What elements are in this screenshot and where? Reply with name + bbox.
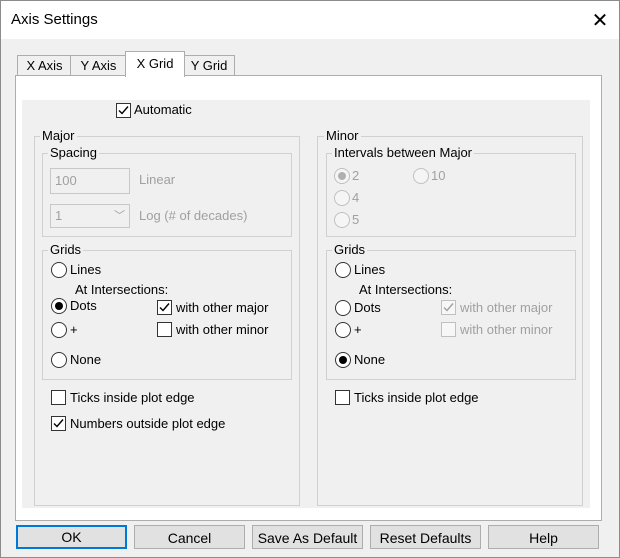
minor-with-other-minor-checkbox[interactable]	[441, 322, 456, 337]
interval-4-radio[interactable]	[334, 190, 350, 206]
minor-with-other-major-label: with other major	[460, 300, 553, 315]
log-decades-select[interactable]: 1 ﹀	[50, 204, 130, 228]
interval-2-radio[interactable]	[334, 168, 350, 184]
tab-y-grid[interactable]: Y Grid	[183, 55, 235, 76]
minor-with-other-major-checkbox[interactable]	[441, 300, 456, 315]
checkmark-icon	[118, 106, 129, 115]
minor-dots-radio[interactable]	[335, 300, 351, 316]
major-with-other-major-checkbox[interactable]	[157, 300, 172, 315]
minor-dots-label: Dots	[354, 300, 381, 315]
interval-5-label: 5	[352, 212, 360, 227]
log-label: Log (# of decades)	[139, 208, 248, 223]
intervals-group-title: Intervals between Major	[332, 145, 475, 161]
minor-grids-title: Grids	[332, 242, 368, 258]
tab-x-axis-label: X Axis	[26, 58, 63, 73]
major-ticks-inside-label: Ticks inside plot edge	[70, 390, 195, 405]
minor-lines-radio[interactable]	[335, 262, 351, 278]
tab-x-grid-label: X Grid	[136, 56, 174, 71]
minor-plus-radio[interactable]	[335, 322, 351, 338]
minor-at-intersections-label: At Intersections:	[359, 282, 453, 297]
radio-selected-dot	[55, 302, 63, 310]
spacing-group-title: Spacing	[48, 145, 99, 161]
minor-ticks-inside-checkbox[interactable]	[335, 390, 350, 405]
major-with-other-major-label: with other major	[176, 300, 269, 315]
checkmark-icon	[443, 303, 454, 312]
interval-5-radio[interactable]	[334, 212, 350, 228]
major-group-title: Major	[40, 128, 77, 144]
tab-y-axis[interactable]: Y Axis	[70, 55, 127, 76]
major-with-other-minor-checkbox[interactable]	[157, 322, 172, 337]
linear-spacing-input[interactable]: 100	[50, 168, 130, 194]
linear-label: Linear	[139, 172, 176, 187]
close-icon[interactable]: ✕	[585, 5, 615, 35]
intervals-group	[326, 153, 576, 237]
automatic-checkbox[interactable]	[116, 103, 131, 118]
numbers-outside-checkbox[interactable]	[51, 416, 66, 431]
minor-group-title: Minor	[324, 128, 361, 144]
reset-defaults-button[interactable]: Reset Defaults	[370, 525, 481, 549]
numbers-outside-label: Numbers outside plot edge	[70, 416, 226, 431]
major-plus-radio[interactable]	[51, 322, 67, 338]
minor-none-radio[interactable]	[335, 352, 351, 368]
major-with-other-minor-label: with other minor	[176, 322, 269, 337]
interval-4-label: 4	[352, 190, 360, 205]
cancel-button[interactable]: Cancel	[134, 525, 245, 549]
tab-y-axis-label: Y Axis	[80, 58, 117, 73]
dialog-title: Axis Settings	[11, 11, 98, 28]
save-as-default-button[interactable]: Save As Default	[252, 525, 363, 549]
tab-x-grid[interactable]: X Grid	[125, 51, 185, 77]
help-button[interactable]: Help	[488, 525, 599, 549]
interval-10-label: 10	[431, 168, 446, 183]
title-bar: Axis Settings ✕	[1, 1, 619, 39]
radio-selected-dot	[338, 172, 346, 180]
chevron-down-icon: ﹀	[114, 210, 125, 222]
major-grids-title: Grids	[48, 242, 84, 258]
major-ticks-inside-checkbox[interactable]	[51, 390, 66, 405]
major-dots-radio[interactable]	[51, 298, 67, 314]
checkmark-icon	[53, 419, 64, 428]
minor-none-label: None	[354, 352, 386, 367]
major-dots-label: Dots	[70, 298, 97, 313]
major-none-label: None	[70, 352, 102, 367]
automatic-label: Automatic	[134, 102, 192, 117]
log-decades-value: 1	[55, 208, 63, 223]
tab-y-grid-label: Y Grid	[190, 58, 228, 73]
major-lines-radio[interactable]	[51, 262, 67, 278]
radio-selected-dot	[339, 356, 347, 364]
ok-button[interactable]: OK	[16, 525, 127, 549]
major-none-radio[interactable]	[51, 352, 67, 368]
major-plus-label: +	[70, 322, 78, 337]
major-lines-label: Lines	[70, 262, 102, 277]
interval-10-radio[interactable]	[413, 168, 429, 184]
minor-lines-label: Lines	[354, 262, 386, 277]
tab-x-axis[interactable]: X Axis	[17, 55, 72, 76]
checkmark-icon	[159, 303, 170, 312]
minor-plus-label: +	[354, 322, 362, 337]
major-at-intersections-label: At Intersections:	[75, 282, 169, 297]
interval-2-label: 2	[352, 168, 360, 183]
minor-ticks-inside-label: Ticks inside plot edge	[354, 390, 479, 405]
minor-with-other-minor-label: with other minor	[460, 322, 553, 337]
